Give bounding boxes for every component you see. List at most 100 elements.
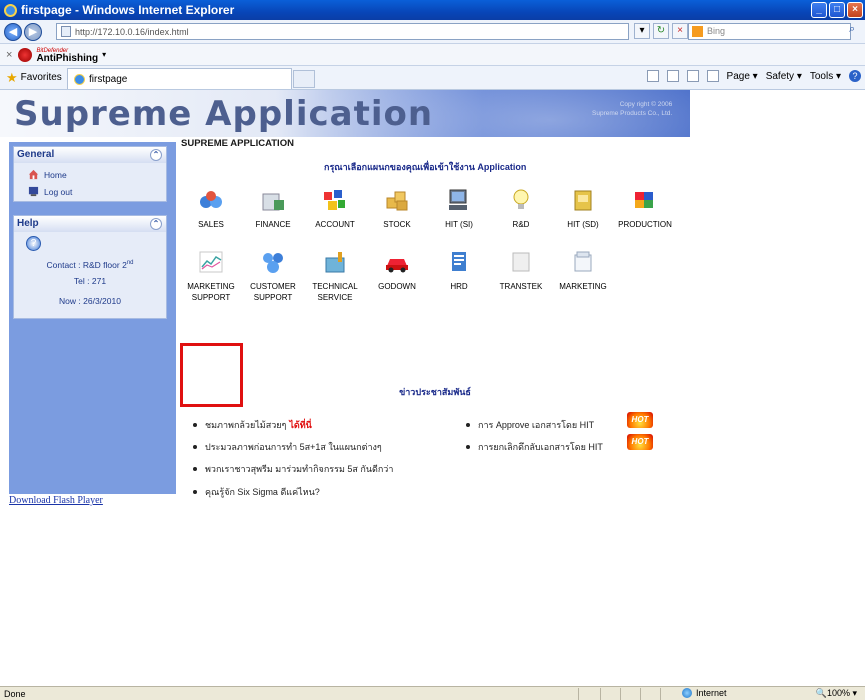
module-hit-sd[interactable]: HIT (SD) <box>553 188 613 230</box>
window-controls: _ □ × <box>811 2 863 18</box>
home-icon[interactable] <box>646 70 659 82</box>
lightbulb-icon <box>513 189 529 209</box>
bitdefender-icon <box>18 47 33 62</box>
puzzle-icon <box>635 192 653 208</box>
finance-building-icon <box>262 193 284 211</box>
new-tab-button[interactable] <box>293 70 315 88</box>
hot-badge-icon: HOT <box>627 434 653 450</box>
maximize-button[interactable]: □ <box>829 2 845 18</box>
blank-box-icon <box>512 252 530 272</box>
module-label: FINANCE <box>255 220 291 229</box>
command-bar: Page ▾ Safety ▾ Tools ▾ ? <box>646 70 861 82</box>
help-contact: Contact : R&D floor 2nd <box>18 260 162 270</box>
help-panel: Help ⌃ ? Contact : R&D floor 2nd Tel : 2… <box>13 215 167 319</box>
news-link[interactable]: ได้ที่นี่ <box>289 418 311 432</box>
download-flash-link[interactable]: Download Flash Player <box>9 495 103 506</box>
bullet <box>466 445 470 449</box>
module-marketing[interactable]: MARKETING <box>553 250 613 292</box>
stop-icon[interactable]: × <box>672 23 688 39</box>
empty-box-icon <box>574 251 592 272</box>
zoom-level[interactable]: 🔍100% ▾ <box>816 688 857 699</box>
security-zone: Internet <box>682 688 727 698</box>
help-body: ? Contact : R&D floor 2nd Tel : 271 Now … <box>14 232 166 310</box>
antiphishing-dropdown-icon[interactable]: ▾ <box>102 50 106 59</box>
help-panel-header[interactable]: Help ⌃ <box>14 216 166 232</box>
status-divider <box>660 688 661 700</box>
news-text: คุณรู้จัก Six Sigma ดีแค่ไหน? <box>205 487 320 497</box>
safety-menu[interactable]: Safety ▾ <box>766 71 802 82</box>
home-icon <box>28 169 39 180</box>
collapse-icon[interactable]: ⌃ <box>150 149 162 161</box>
page-menu[interactable]: Page ▾ <box>727 71 758 82</box>
refresh-icon[interactable]: ↻ <box>653 23 669 39</box>
mail-icon[interactable] <box>686 70 699 82</box>
module-label-line1: TECHNICAL <box>312 282 358 291</box>
news-text: ประมวลภาพก่อนการทำ 5ส+1ส ในแผนกต่างๆ <box>205 442 382 452</box>
tab-firstpage[interactable]: firstpage <box>67 68 292 89</box>
module-transtek[interactable]: TRANSTEK <box>491 250 551 292</box>
module-stock[interactable]: STOCK <box>367 188 427 230</box>
module-marketing-support[interactable]: MARKETING SUPPORT <box>181 250 241 303</box>
module-production[interactable]: PRODUCTION <box>615 188 675 230</box>
help-heading: Help <box>17 218 39 229</box>
address-bar[interactable]: http://172.10.0.16/index.html <box>56 23 629 40</box>
computer-icon <box>449 189 467 210</box>
tab-label: firstpage <box>89 73 128 85</box>
module-label-line1: MARKETING <box>187 282 235 291</box>
copyright: Copy right © 2006 Supreme Products Co., … <box>592 100 672 118</box>
bullet <box>193 490 197 494</box>
zoom-value: 100% <box>826 688 850 698</box>
module-label-line2: SERVICE <box>317 293 353 302</box>
module-godown[interactable]: GODOWN <box>367 250 427 292</box>
module-sales[interactable]: SALES <box>181 188 241 230</box>
zone-label: Internet <box>696 688 727 698</box>
tools-menu[interactable]: Tools ▾ <box>810 71 841 82</box>
news-item[interactable]: การ Approve เอกสารโดย HIT <box>466 418 594 432</box>
general-panel-header[interactable]: General ⌃ <box>14 147 166 163</box>
help-now: Now : 26/3/2010 <box>59 296 121 306</box>
news-heading: ข่าวประชาสัมพันธ์ <box>399 387 471 397</box>
module-rnd[interactable]: R&D <box>491 188 551 230</box>
news-text: พวกเราชาวสุพรีม มาร่วมทำกิจกรรม 5ส กันดี… <box>205 464 394 474</box>
module-hit-si[interactable]: HIT (SI) <box>429 188 489 230</box>
feeds-icon[interactable] <box>666 70 679 82</box>
module-technical-service[interactable]: TECHNICAL SERVICE <box>305 250 365 303</box>
window-title: firstpage - Windows Internet Explorer <box>21 3 235 17</box>
news-item[interactable]: การยกเลิกดึกลับเอกสารโดย HIT <box>466 440 603 454</box>
module-label-line2: SUPPORT <box>253 293 293 302</box>
news-text: การ Approve เอกสารโดย HIT <box>478 420 595 430</box>
help-icon[interactable]: ? <box>849 70 861 82</box>
news-item[interactable]: ชมภาพกล้วยไม้สวยๆ ได้ที่นี่ <box>193 418 312 432</box>
print-icon[interactable] <box>706 70 719 82</box>
search-box[interactable]: Bing <box>688 23 851 40</box>
magnifier-icon[interactable]: ⌕ <box>849 23 863 39</box>
antiphishing-label[interactable]: AntiPhishing <box>36 53 98 63</box>
news-item[interactable]: พวกเราชาวสุพรีม มาร่วมทำกิจกรรม 5ส กันดี… <box>193 462 393 476</box>
news-item[interactable]: ประมวลภาพก่อนการทำ 5ส+1ส ในแผนกต่างๆ <box>193 440 382 454</box>
ie-logo-icon <box>4 3 17 17</box>
module-label: SALES <box>198 220 224 229</box>
module-account[interactable]: ACCOUNT <box>305 188 365 230</box>
sidebar-item-home[interactable]: Home <box>14 166 166 183</box>
module-label-line1: CUSTOMER <box>250 282 296 291</box>
favorites-star-icon: ★ <box>6 69 18 85</box>
toolbar-close-icon[interactable]: × <box>6 49 12 61</box>
forward-button[interactable]: ▶ <box>24 22 42 41</box>
minimize-button[interactable]: _ <box>811 2 827 18</box>
dropdown-icon[interactable]: ▾ <box>634 23 650 39</box>
chart-icon <box>199 251 223 273</box>
bullet <box>193 467 197 471</box>
status-divider <box>640 688 641 700</box>
collapse-icon[interactable]: ⌃ <box>150 218 162 230</box>
module-hrd[interactable]: HRD <box>429 250 489 292</box>
close-button[interactable]: × <box>847 2 863 18</box>
general-heading: General <box>17 149 55 160</box>
sidebar-item-logout[interactable]: Log out <box>14 183 166 200</box>
software-box-icon <box>574 190 592 211</box>
news-item[interactable]: คุณรู้จัก Six Sigma ดีแค่ไหน? <box>193 485 320 499</box>
module-customer-support[interactable]: CUSTOMER SUPPORT <box>243 250 303 303</box>
back-button[interactable]: ◀ <box>4 22 22 41</box>
status-text: Done <box>4 688 26 699</box>
favorites-button[interactable]: Favorites <box>21 72 62 83</box>
module-finance[interactable]: FINANCE <box>243 188 303 230</box>
